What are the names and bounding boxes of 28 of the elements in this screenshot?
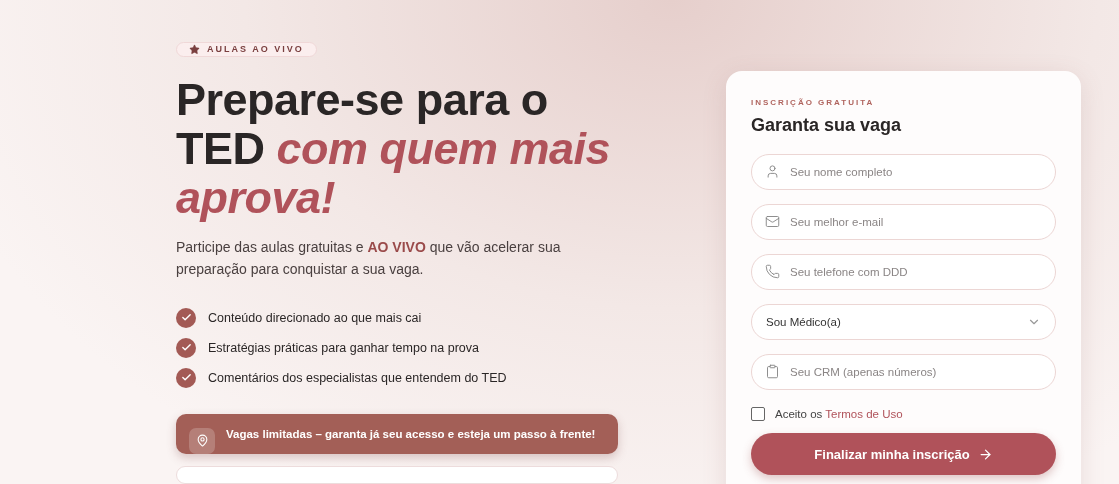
terms-link[interactable]: Termos de Uso bbox=[825, 408, 903, 420]
star-icon bbox=[189, 43, 200, 55]
role-select[interactable]: Sou Médico(a) bbox=[751, 304, 1056, 340]
check-icon bbox=[176, 307, 196, 328]
check-icon bbox=[176, 337, 196, 358]
location-pin-icon bbox=[189, 427, 215, 454]
live-classes-badge: AULAS AO VIVO bbox=[176, 42, 317, 57]
form-title: Garanta sua vaga bbox=[751, 115, 903, 136]
benefit-text: Comentários dos especialistas que entendem do TED bbox=[208, 370, 507, 385]
phone-icon bbox=[765, 264, 780, 279]
terms-label: Aceito os Termos de Uso bbox=[775, 408, 903, 420]
terms-checkbox[interactable] bbox=[751, 407, 765, 421]
input-field[interactable]: Seu melhor e-mail bbox=[751, 204, 1056, 240]
benefit-text: Conteúdo direcionado ao que mais cai bbox=[208, 310, 422, 325]
envelope-icon bbox=[765, 214, 780, 229]
form-eyebrow: INSCRIÇÃO GRATUITA bbox=[751, 98, 876, 107]
headline: Prepare-se para o TED com quem mais aprova! bbox=[176, 74, 612, 222]
person-icon bbox=[765, 164, 780, 179]
input-field[interactable]: Seu telefone com DDD bbox=[751, 254, 1056, 290]
benefit-text: Estratégias práticas para ganhar tempo na prova bbox=[208, 340, 479, 355]
input-field[interactable]: Seu nome completo bbox=[751, 154, 1056, 190]
submit-button[interactable]: Finalizar minha inscrição bbox=[751, 433, 1056, 475]
arrow-icon bbox=[977, 446, 993, 462]
intro-text: Participe das aulas gratuitas e AO VIVO que vão acelerar sua preparação para conquistar a sua vaga. bbox=[176, 237, 562, 279]
clipboard-icon bbox=[765, 364, 780, 379]
check-icon bbox=[176, 367, 196, 388]
input-field[interactable]: Seu CRM (apenas números) bbox=[751, 354, 1056, 390]
notice-text: Vagas limitadas – garanta já seu acesso e esteja um passo à frente! bbox=[226, 427, 596, 440]
